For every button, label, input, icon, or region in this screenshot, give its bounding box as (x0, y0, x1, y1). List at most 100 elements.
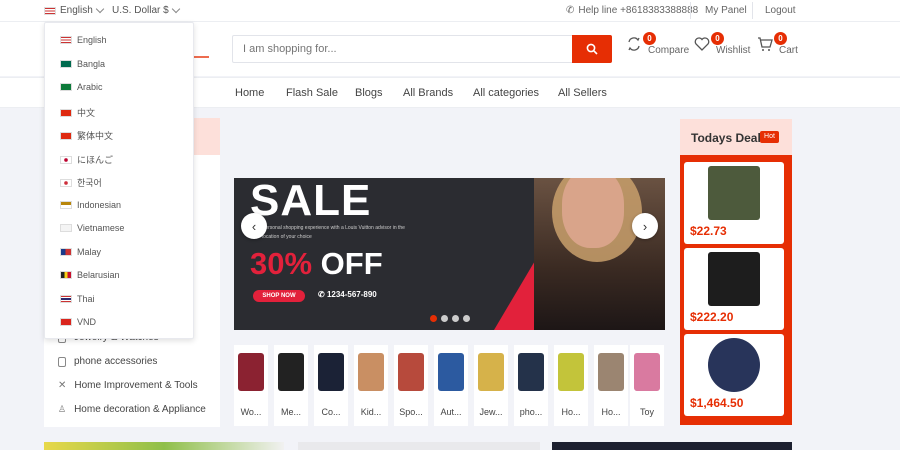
deal-product[interactable]: $22.73 (684, 162, 784, 244)
search-input[interactable] (233, 36, 573, 62)
kids-image (358, 353, 384, 391)
chevron-right-icon: › (642, 218, 648, 234)
language-option-bangla[interactable]: Bangla (60, 59, 105, 69)
jp-flag-icon (60, 155, 72, 164)
category-thumb[interactable]: Spo... (394, 345, 428, 426)
category-thumb[interactable]: pho... (514, 345, 548, 426)
banner-discount: 30% OFF (250, 246, 383, 282)
currency-selector[interactable]: U.S. Dollar $ (112, 4, 180, 16)
chevron-left-icon: ‹ (251, 218, 257, 234)
language-option-label: English (77, 35, 107, 45)
nav-flash-sale[interactable]: Flash Sale (286, 87, 338, 99)
language-option-arabic[interactable]: Arabic (60, 82, 103, 92)
category-item-phone-accessories[interactable]: phone accessories (58, 356, 157, 367)
chevron-down-icon (171, 4, 180, 14)
us-flag-icon (60, 36, 72, 44)
wishlist-button[interactable]: 0 Wishlist (694, 32, 750, 56)
nav-all-sellers[interactable]: All Sellers (558, 87, 607, 99)
cart-button[interactable]: 0 Cart (757, 32, 798, 56)
deal-product[interactable]: $222.20 (684, 248, 784, 330)
hero-banner[interactable]: SALE Personal shopping experience with a… (234, 178, 665, 330)
banner-phone: ✆ 1234-567-890 (318, 290, 377, 299)
jewelry-image (478, 353, 504, 391)
carousel-prev-button[interactable]: ‹ (241, 213, 267, 239)
jacket-image (278, 353, 304, 391)
banner-headline: SALE (250, 178, 372, 225)
logout-link[interactable]: Logout (765, 5, 796, 16)
tools-icon: ✕ (58, 380, 67, 391)
divider (752, 2, 753, 19)
category-thumb[interactable]: Toy (630, 345, 664, 426)
nav-home[interactable]: Home (235, 87, 264, 99)
person-icon: ♙ (58, 404, 67, 414)
car-image (438, 353, 464, 391)
sports-image (398, 353, 424, 391)
hot-badge: Hot (760, 131, 779, 143)
home-tools-image (558, 353, 584, 391)
carousel-dot[interactable] (441, 315, 448, 322)
by-flag-icon (60, 271, 72, 279)
thumb-label: Wo... (240, 407, 262, 417)
category-thumb[interactable]: Wo... (234, 345, 268, 426)
promo-banner[interactable] (552, 442, 792, 450)
search-button[interactable] (572, 35, 612, 63)
id-flag-icon (60, 201, 72, 209)
help-line: ✆ Help line +8618383388888 (566, 5, 698, 16)
category-thumb[interactable]: Aut... (434, 345, 468, 426)
nav-blogs[interactable]: Blogs (355, 87, 383, 99)
language-option-vietnamese[interactable]: Vietnamese (60, 223, 124, 233)
thumb-label: Me... (280, 407, 301, 417)
compare-button[interactable]: 0 Compare (626, 32, 690, 56)
shop-now-button[interactable]: SHOP NOW (253, 290, 305, 302)
carousel-dot[interactable] (452, 315, 459, 322)
my-panel-link[interactable]: My Panel (705, 5, 747, 16)
language-option-label: Bangla (77, 59, 106, 69)
nav-all-categories[interactable]: All categories (473, 87, 539, 99)
language-option-japanese[interactable]: にほんご (60, 153, 113, 166)
heart-icon (694, 37, 710, 51)
thumb-label: Kid... (360, 407, 382, 417)
currency-label: U.S. Dollar $ (112, 5, 169, 16)
language-selector[interactable]: English (44, 4, 105, 16)
carousel-dots (430, 315, 470, 322)
language-option-korean[interactable]: 한국어 (60, 176, 102, 189)
carousel-dot[interactable] (463, 315, 470, 322)
language-option-belarusian[interactable]: Belarusian (60, 270, 120, 280)
language-option-vnd[interactable]: VND (60, 317, 96, 327)
product-image (708, 338, 760, 392)
nav-all-brands[interactable]: All Brands (403, 87, 453, 99)
kr-flag-icon (60, 178, 72, 187)
carousel-next-button[interactable]: › (632, 213, 658, 239)
language-option-chinese[interactable]: 中文 (60, 106, 95, 119)
language-option-malay[interactable]: Malay (60, 247, 101, 257)
language-option-thai[interactable]: Thai (60, 294, 95, 304)
category-label: Home Improvement & Tools (74, 380, 198, 391)
category-thumb[interactable]: Co... (314, 345, 348, 426)
category-thumb[interactable]: Ho... (594, 345, 628, 426)
thumb-label: Toy (639, 407, 654, 417)
category-thumb[interactable]: Jew... (474, 345, 508, 426)
language-label: English (60, 5, 93, 16)
vn-flag-icon (60, 318, 72, 326)
language-option-indonesian[interactable]: Indonesian (60, 200, 121, 210)
category-thumb[interactable]: Ho... (554, 345, 588, 426)
compare-icon (628, 37, 640, 51)
language-option-english[interactable]: English (60, 35, 107, 45)
language-option-label: 한국어 (77, 178, 102, 188)
category-thumb[interactable]: Kid... (354, 345, 388, 426)
cn-flag-icon (60, 108, 72, 117)
thumb-label: Co... (321, 407, 341, 417)
promo-banner[interactable] (298, 442, 540, 450)
carousel-dot[interactable] (430, 315, 437, 322)
discount-number: 30% (250, 246, 313, 281)
sa-flag-icon (60, 83, 72, 91)
category-item-home-improvement[interactable]: ✕ Home Improvement & Tools (58, 380, 198, 391)
promo-banner[interactable] (44, 442, 284, 450)
category-item-home-decoration[interactable]: ♙ Home decoration & Appliance (58, 404, 206, 415)
category-thumb[interactable]: Me... (274, 345, 308, 426)
divider (690, 2, 691, 19)
language-option-traditional-chinese[interactable]: 繁体中文 (60, 129, 113, 142)
deal-product[interactable]: $1,464.50 (684, 334, 784, 416)
compare-label: Compare (648, 45, 690, 56)
phone-icon: ✆ (566, 5, 575, 16)
